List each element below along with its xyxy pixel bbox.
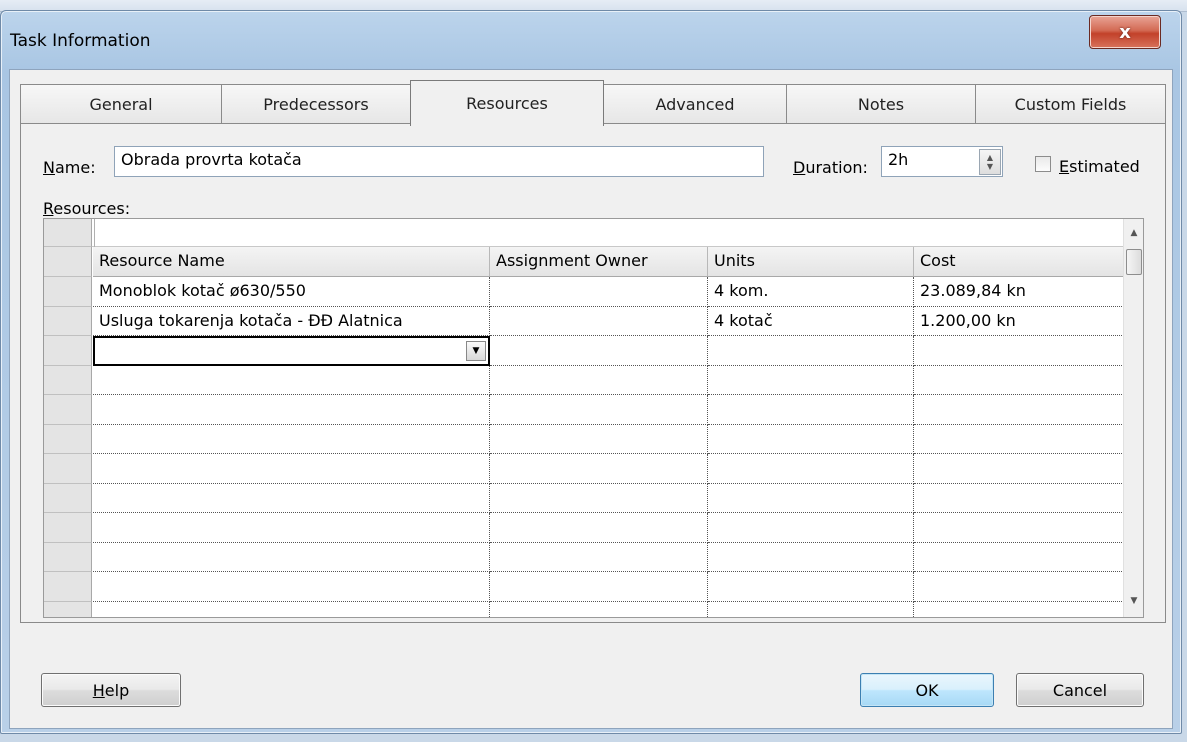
column-header-cost[interactable]: Cost <box>914 247 1124 277</box>
cell-cost[interactable] <box>914 483 1124 513</box>
tab-general[interactable]: General <box>20 84 222 124</box>
grid-entry-bar <box>44 219 1124 247</box>
cell-assignment-owner[interactable] <box>490 365 708 395</box>
estimated-label: Estimated <box>1059 157 1140 176</box>
cell-cost[interactable] <box>914 542 1124 572</box>
cell-units[interactable] <box>708 513 914 543</box>
title-bar: Task Information x <box>1 11 1181 69</box>
cell-cost[interactable] <box>914 424 1124 454</box>
close-icon: x <box>1119 21 1131 43</box>
row-header[interactable] <box>44 513 92 543</box>
cell-assignment-owner[interactable] <box>490 572 708 602</box>
vertical-scrollbar[interactable]: ▲ ▼ <box>1123 219 1143 617</box>
cell-assignment-owner[interactable] <box>490 395 708 425</box>
cell-units[interactable] <box>708 365 914 395</box>
dialog-title: Task Information <box>10 31 151 51</box>
column-header-resource-name[interactable]: Resource Name <box>93 247 490 277</box>
cell-assignment-owner[interactable] <box>490 306 708 336</box>
cell-resource-name[interactable] <box>93 424 490 454</box>
cell-cost[interactable] <box>914 572 1124 602</box>
row-header[interactable] <box>44 542 92 572</box>
task-information-dialog: Task Information x General Predecessors … <box>0 10 1182 734</box>
grid-content: Resource Name Assignment Owner Units Cos… <box>44 219 1124 617</box>
scrollbar-thumb[interactable] <box>1126 249 1142 275</box>
cell-resource-name[interactable]: Monoblok kotač ø630/550 <box>93 277 490 307</box>
cell-cost[interactable] <box>914 395 1124 425</box>
cell-units[interactable] <box>708 542 914 572</box>
cell-resource-name[interactable]: Usluga tokarenja kotača - ĐĐ Alatnica <box>93 306 490 336</box>
cell-assignment-owner[interactable] <box>490 424 708 454</box>
scroll-up-icon[interactable]: ▲ <box>1124 223 1143 243</box>
cell-units[interactable] <box>708 454 914 484</box>
column-header-units[interactable]: Units <box>708 247 914 277</box>
row-header[interactable] <box>44 277 92 307</box>
cell-cost[interactable] <box>914 513 1124 543</box>
name-input[interactable]: Obrada provrta kotača <box>114 146 764 177</box>
row-header[interactable] <box>44 601 92 617</box>
dialog-client-area: General Predecessors Resources Advanced … <box>9 69 1173 729</box>
cell-units[interactable] <box>708 336 914 366</box>
cell-resource-name[interactable] <box>93 572 490 602</box>
tab-custom-fields[interactable]: Custom Fields <box>975 84 1166 124</box>
cell-units[interactable] <box>708 601 914 617</box>
cell-resource-name[interactable] <box>93 454 490 484</box>
row-header[interactable] <box>44 424 92 454</box>
row-header[interactable] <box>44 395 92 425</box>
row-header[interactable] <box>44 365 92 395</box>
close-button[interactable]: x <box>1089 15 1161 49</box>
cancel-button[interactable]: Cancel <box>1016 673 1144 707</box>
tab-advanced[interactable]: Advanced <box>603 84 787 124</box>
cell-units[interactable]: 4 kotač <box>708 306 914 336</box>
cell-cost[interactable] <box>914 336 1124 366</box>
chevron-down-icon[interactable]: ▼ <box>466 341 486 361</box>
cell-assignment-owner[interactable] <box>490 277 708 307</box>
cell-resource-name[interactable] <box>93 601 490 617</box>
cell-resource-name[interactable] <box>93 542 490 572</box>
cell-cost[interactable]: 1.200,00 kn <box>914 306 1124 336</box>
duration-label: Duration: <box>793 158 868 177</box>
row-header[interactable] <box>44 572 92 602</box>
cell-assignment-owner[interactable] <box>490 336 708 366</box>
cell-cost[interactable] <box>914 454 1124 484</box>
help-button[interactable]: Help <box>41 673 181 707</box>
grid-entry-field[interactable] <box>94 219 1124 247</box>
cell-assignment-owner[interactable] <box>490 483 708 513</box>
scroll-down-icon[interactable]: ▼ <box>1124 591 1143 611</box>
estimated-checkbox[interactable] <box>1035 156 1051 172</box>
select-all-corner[interactable] <box>44 247 92 277</box>
cell-units[interactable] <box>708 424 914 454</box>
resources-label: Resources: <box>43 199 131 218</box>
cell-resource-name[interactable] <box>93 395 490 425</box>
tab-resources[interactable]: Resources <box>410 80 604 126</box>
tab-predecessors[interactable]: Predecessors <box>221 84 411 124</box>
cell-assignment-owner[interactable] <box>490 513 708 543</box>
entry-row-header <box>44 219 92 247</box>
cell-cost[interactable] <box>914 365 1124 395</box>
row-header[interactable] <box>44 306 92 336</box>
spin-up-down-icon[interactable]: ▲ ▼ <box>979 149 1001 175</box>
resources-grid: Resource Name Assignment Owner Units Cos… <box>43 218 1144 618</box>
row-header[interactable] <box>44 454 92 484</box>
cell-assignment-owner[interactable] <box>490 601 708 617</box>
cell-cost[interactable] <box>914 601 1124 617</box>
column-header-assignment-owner[interactable]: Assignment Owner <box>490 247 708 277</box>
name-label: Name: <box>43 158 96 177</box>
cell-assignment-owner[interactable] <box>490 454 708 484</box>
cell-resource-name[interactable] <box>93 365 490 395</box>
cell-assignment-owner[interactable] <box>490 542 708 572</box>
row-header[interactable] <box>44 483 92 513</box>
resource-name-dropdown[interactable]: ▼ <box>93 336 490 366</box>
cell-resource-name[interactable] <box>93 513 490 543</box>
cell-units[interactable]: 4 kom. <box>708 277 914 307</box>
cell-units[interactable] <box>708 395 914 425</box>
cell-resource-name[interactable] <box>93 483 490 513</box>
cell-units[interactable] <box>708 572 914 602</box>
tab-strip: General Predecessors Resources Advanced … <box>20 80 1166 126</box>
cell-units[interactable] <box>708 483 914 513</box>
ok-button[interactable]: OK <box>860 673 994 707</box>
tab-notes[interactable]: Notes <box>786 84 976 124</box>
cell-cost[interactable]: 23.089,84 kn <box>914 277 1124 307</box>
row-header[interactable] <box>44 336 92 366</box>
